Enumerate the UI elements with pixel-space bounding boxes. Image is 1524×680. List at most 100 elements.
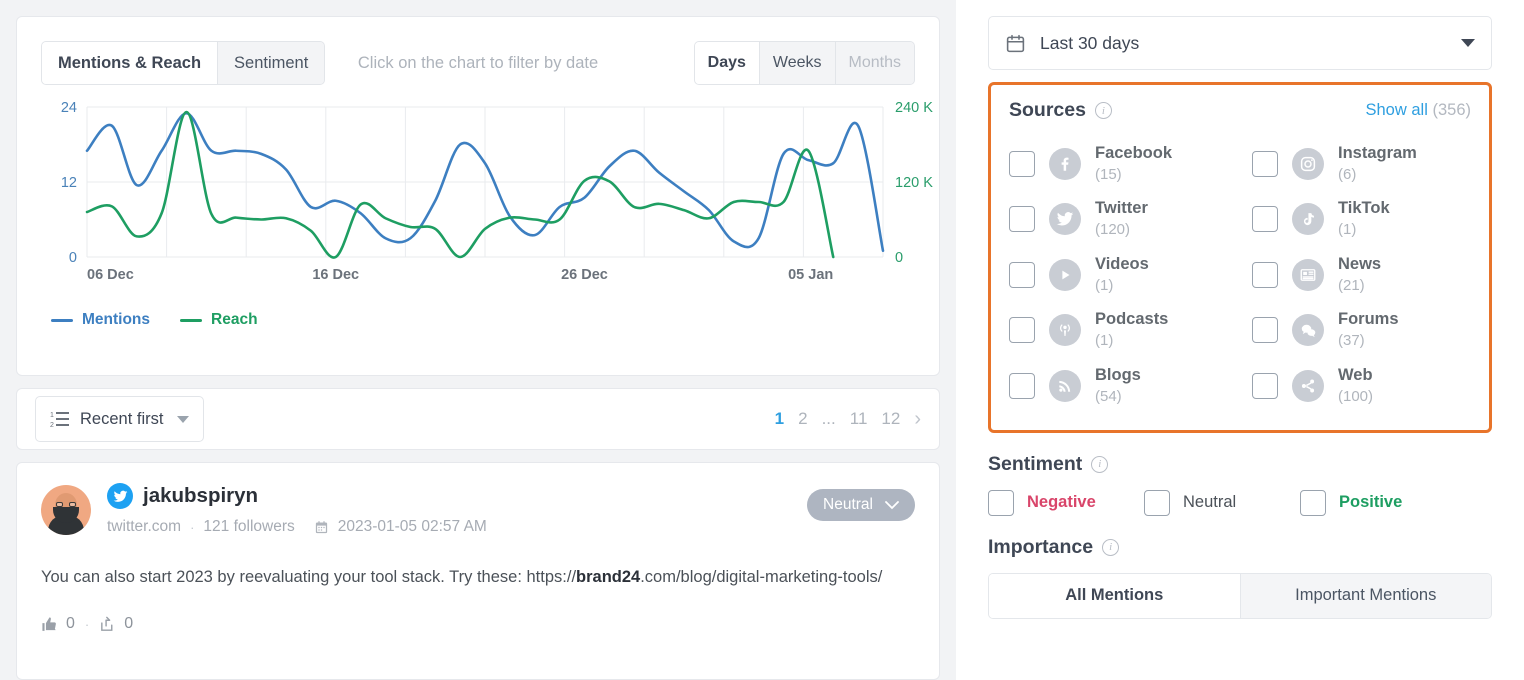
checkbox-instagram[interactable] xyxy=(1252,150,1278,177)
svg-text:1: 1 xyxy=(50,412,54,419)
facebook-icon xyxy=(1049,147,1081,180)
page-1[interactable]: 1 xyxy=(775,409,784,429)
checkbox-neutral[interactable] xyxy=(1144,489,1170,516)
info-icon[interactable]: i xyxy=(1102,538,1120,556)
source-row-blogs[interactable]: Blogs (54) xyxy=(1009,358,1228,414)
main-content-column: Mentions & Reach Sentiment Click on the … xyxy=(0,0,956,680)
app-root: Mentions & Reach Sentiment Click on the … xyxy=(0,0,1524,680)
source-row-facebook[interactable]: Facebook (15) xyxy=(1009,136,1228,192)
sentiment-option-negative[interactable]: Negative xyxy=(988,489,1144,516)
checkbox-facebook[interactable] xyxy=(1009,150,1035,177)
source-name: Facebook xyxy=(1095,143,1173,162)
calendar-icon xyxy=(1006,34,1025,52)
source-row-instagram[interactable]: Instagram (6) xyxy=(1252,136,1471,192)
sentiment-option-positive[interactable]: Positive xyxy=(1300,489,1456,516)
checkbox-twitter[interactable] xyxy=(1009,206,1035,233)
checkbox-positive[interactable] xyxy=(1300,489,1326,516)
chart-plot-area[interactable]: 0 12 24 0 120 K 240 K 06 Dec 16 Dec 26 Dec 05 Jan xyxy=(41,99,933,289)
tab-weeks[interactable]: Weeks xyxy=(759,42,836,84)
source-name: Podcasts xyxy=(1095,310,1169,329)
checkbox-forums[interactable] xyxy=(1252,317,1278,344)
info-icon[interactable]: i xyxy=(1091,455,1109,473)
tiktok-icon xyxy=(1292,203,1324,236)
source-name: Web xyxy=(1338,365,1373,384)
source-count: (54) xyxy=(1095,387,1122,405)
checkbox-videos[interactable] xyxy=(1009,261,1035,288)
next-page-icon[interactable]: › xyxy=(914,408,921,431)
date-range-picker[interactable]: Last 30 days xyxy=(988,16,1492,70)
chart-granularity-tabs[interactable]: Days Weeks Months xyxy=(693,41,915,85)
mention-text-after: .com/blog/digital-marketing-tools/ xyxy=(640,568,883,586)
svg-text:16 Dec: 16 Dec xyxy=(312,267,359,283)
importance-important-mentions-button[interactable]: Important Mentions xyxy=(1240,573,1491,618)
share-action[interactable]: 0 xyxy=(99,615,133,633)
page-ellipsis: ... xyxy=(821,409,836,428)
page-2[interactable]: 2 xyxy=(798,409,807,429)
mention-meta: jakubspiryn twitter.com · 121 followers … xyxy=(107,483,487,536)
source-count: (15) xyxy=(1095,165,1122,183)
video-play-icon xyxy=(1049,258,1081,291)
mention-domain[interactable]: twitter.com xyxy=(107,518,181,536)
source-name: TikTok xyxy=(1338,199,1390,218)
page-11[interactable]: 11 xyxy=(850,409,868,429)
source-row-twitter[interactable]: Twitter (120) xyxy=(1009,192,1228,248)
chart-view-tabs[interactable]: Mentions & Reach Sentiment xyxy=(41,41,326,85)
share-icon xyxy=(101,616,113,631)
calendar-icon xyxy=(315,520,327,533)
page-12[interactable]: 12 xyxy=(881,409,900,429)
importance-title-wrap: Importance i xyxy=(988,536,1492,559)
chevron-down-icon xyxy=(885,500,899,509)
chart-legend: Mentions Reach xyxy=(51,311,915,329)
svg-text:2: 2 xyxy=(50,422,54,429)
sort-order-dropdown[interactable]: 1 2 Recent first xyxy=(35,396,205,442)
svg-text:0: 0 xyxy=(895,250,903,266)
twitter-icon xyxy=(107,483,133,509)
checkbox-podcasts[interactable] xyxy=(1009,317,1035,344)
checkbox-news[interactable] xyxy=(1252,261,1278,288)
checkbox-tiktok[interactable] xyxy=(1252,206,1278,233)
svg-text:06 Dec: 06 Dec xyxy=(87,267,134,283)
sentiment-option-neutral[interactable]: Neutral xyxy=(1144,489,1300,516)
pagination[interactable]: 1 2 ... 11 12 › xyxy=(775,408,921,431)
importance-title: Importance xyxy=(988,535,1094,558)
source-name: Blogs xyxy=(1095,365,1141,384)
tab-mentions-and-reach[interactable]: Mentions & Reach xyxy=(42,42,219,84)
mention-sentiment-dropdown[interactable]: Neutral xyxy=(807,489,915,521)
mention-author-name[interactable]: jakubspiryn xyxy=(143,484,258,508)
checkbox-negative[interactable] xyxy=(988,489,1014,516)
svg-text:0: 0 xyxy=(69,250,77,266)
mention-body-text: You can also start 2023 by reevaluating … xyxy=(41,566,915,589)
avatar xyxy=(41,485,91,535)
source-count: (37) xyxy=(1338,332,1365,350)
source-name: Forums xyxy=(1338,310,1399,329)
mention-text-before: You can also start 2023 by reevaluating … xyxy=(41,568,577,586)
source-count: (1) xyxy=(1338,221,1357,239)
importance-all-mentions-button[interactable]: All Mentions xyxy=(989,573,1241,618)
show-all-count: (356) xyxy=(1432,101,1471,119)
source-row-podcasts[interactable]: Podcasts (1) xyxy=(1009,303,1228,359)
avatar-glasses xyxy=(56,502,76,507)
chevron-down-icon xyxy=(1461,39,1475,47)
svg-text:120 K: 120 K xyxy=(895,175,933,191)
date-range-label: Last 30 days xyxy=(1040,32,1140,53)
sources-title-wrap: Sources i xyxy=(1009,99,1112,122)
mentions-reach-line-chart[interactable]: 0 12 24 0 120 K 240 K 06 Dec 16 Dec 26 Dec 05 Jan xyxy=(41,99,941,289)
source-row-tiktok[interactable]: TikTok (1) xyxy=(1252,192,1471,248)
source-row-news[interactable]: News (21) xyxy=(1252,247,1471,303)
importance-toggle-group[interactable]: All Mentions Important Mentions xyxy=(988,572,1492,619)
tab-days[interactable]: Days xyxy=(694,42,760,84)
chart-card: Mentions & Reach Sentiment Click on the … xyxy=(16,16,940,376)
tab-months[interactable]: Months xyxy=(835,42,914,84)
source-row-videos[interactable]: Videos (1) xyxy=(1009,247,1228,303)
source-row-forums[interactable]: Forums (37) xyxy=(1252,303,1471,359)
source-row-web[interactable]: Web (100) xyxy=(1252,358,1471,414)
like-action[interactable]: 0 xyxy=(41,615,75,633)
tab-sentiment[interactable]: Sentiment xyxy=(218,42,325,84)
show-all-sources-link[interactable]: Show all (356) xyxy=(1366,101,1472,120)
chart-hint-text: Click on the chart to filter by date xyxy=(357,53,599,72)
checkbox-web[interactable] xyxy=(1252,372,1278,399)
rss-icon xyxy=(1049,369,1081,402)
checkbox-blogs[interactable] xyxy=(1009,372,1035,399)
meta-separator: · xyxy=(190,519,195,535)
info-icon[interactable]: i xyxy=(1094,102,1112,119)
